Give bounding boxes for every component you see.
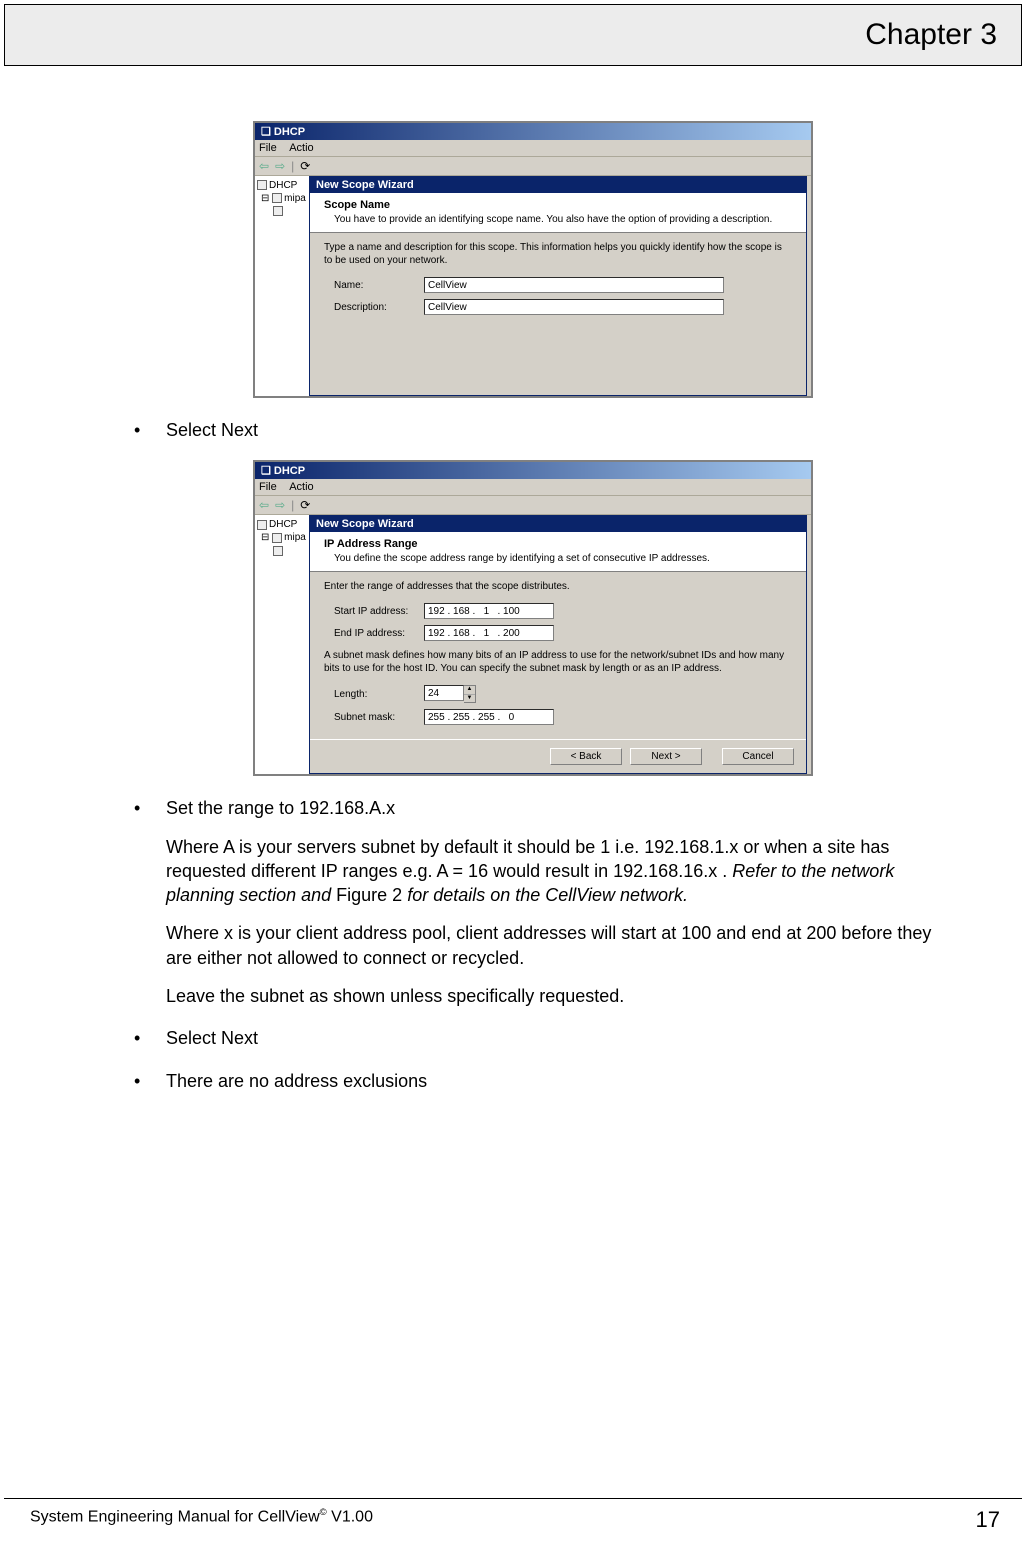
spin-down-icon[interactable]: ▼ [464, 695, 475, 703]
description-label: Description: [334, 302, 424, 313]
wizard-header: Scope Name You have to provide an identi… [310, 193, 806, 233]
toolbar-sep: | [291, 498, 294, 512]
range-instruction: Enter the range of addresses that the sc… [324, 580, 792, 593]
subnet-mask-input[interactable] [424, 709, 554, 725]
end-ip-input[interactable] [424, 625, 554, 641]
forward-icon[interactable]: ⇨ [275, 498, 285, 512]
menu-bar[interactable]: File Actio [255, 140, 811, 157]
server-icon [272, 533, 282, 543]
screenshot-1-wrap: ❏ DHCP File Actio ⇦ ⇨ | ⟳ DHCP ⊟ mipa [130, 121, 936, 398]
wizard-dialog-2: New Scope Wizard IP Address Range You de… [309, 515, 807, 774]
back-icon[interactable]: ⇦ [259, 498, 269, 512]
back-icon[interactable]: ⇦ [259, 159, 269, 173]
length-input[interactable] [424, 685, 464, 701]
menu-file-2[interactable]: File [259, 481, 277, 493]
chapter-label: Chapter 3 [865, 18, 997, 52]
para-client-pool: Where x is your client address pool, cli… [166, 921, 936, 970]
tree-root[interactable]: DHCP [269, 180, 297, 191]
footer-title-a: System Engineering Manual for CellView [30, 1508, 320, 1525]
dhcp-node-icon [257, 180, 267, 190]
tree-pane[interactable]: DHCP ⊟ mipa [255, 176, 310, 396]
scope-name-sub: You have to provide an identifying scope… [334, 213, 796, 226]
window-title-text-2: DHCP [274, 465, 305, 477]
start-ip-input[interactable] [424, 603, 554, 619]
footer-doc-title: System Engineering Manual for CellView© … [30, 1507, 373, 1533]
para-1c: Figure 2 [336, 885, 402, 905]
bullet-set-range: Set the range to 192.168.A.x Where A is … [130, 796, 936, 1008]
page-header: Chapter 3 [4, 4, 1022, 66]
tree-node-2[interactable]: mipa [284, 532, 306, 543]
tree-node[interactable]: mipa [284, 193, 306, 204]
para-leave-subnet: Leave the subnet as shown unless specifi… [166, 984, 936, 1008]
footer-title-b: V1.00 [327, 1508, 373, 1525]
dhcp-icon: ❏ [261, 465, 274, 477]
menu-action-2[interactable]: Actio [289, 481, 313, 493]
server-icon [272, 193, 282, 203]
para-1d: for details on the CellView network. [402, 885, 688, 905]
menu-action[interactable]: Actio [289, 142, 313, 154]
description-input[interactable] [424, 299, 724, 315]
window-title-text: DHCP [274, 126, 305, 138]
wizard-header-2: IP Address Range You define the scope ad… [310, 532, 806, 572]
bullet-list-top: Select Next [130, 418, 936, 442]
wizard-dialog-1: New Scope Wizard Scope Name You have to … [309, 176, 807, 396]
name-input[interactable] [424, 277, 724, 293]
subnet-mask-label: Subnet mask: [334, 712, 424, 723]
dhcp-node-icon [257, 520, 267, 530]
name-label: Name: [334, 280, 424, 291]
subnet-instruction: A subnet mask defines how many bits of a… [324, 649, 792, 675]
dhcp-window-2: ❏ DHCP File Actio ⇦ ⇨ | ⟳ DHCP ⊟ mipa [253, 460, 813, 776]
refresh-icon[interactable]: ⟳ [300, 159, 310, 173]
next-button[interactable]: Next > [630, 748, 702, 765]
menu-file[interactable]: File [259, 142, 277, 154]
cancel-button[interactable]: Cancel [722, 748, 794, 765]
length-spinner[interactable]: ▲▼ [464, 685, 476, 703]
toolbar-2[interactable]: ⇦ ⇨ | ⟳ [255, 496, 811, 515]
end-ip-label: End IP address: [334, 628, 424, 639]
page-number: 17 [976, 1507, 1000, 1533]
bullet-select-next-2: Select Next [130, 1026, 936, 1050]
back-button[interactable]: < Back [550, 748, 622, 765]
bullet-set-range-text: Set the range to 192.168.A.x [166, 798, 395, 818]
length-label: Length: [334, 689, 424, 700]
bullet-select-next-1: Select Next [130, 418, 936, 442]
ip-range-sub: You define the scope address range by id… [334, 552, 796, 565]
bullet-no-exclusions: There are no address exclusions [130, 1069, 936, 1093]
toolbar[interactable]: ⇦ ⇨ | ⟳ [255, 157, 811, 176]
wizard-button-bar: < Back Next > Cancel [310, 739, 806, 773]
spin-up-icon[interactable]: ▲ [464, 686, 475, 695]
window-title-2: ❏ DHCP [255, 462, 811, 479]
menu-bar-2[interactable]: File Actio [255, 479, 811, 496]
dhcp-icon: ❏ [261, 126, 274, 138]
folder-icon [273, 546, 283, 556]
scope-instruction: Type a name and description for this sco… [324, 241, 792, 267]
tree-root-2[interactable]: DHCP [269, 519, 297, 530]
screenshot-2-wrap: ❏ DHCP File Actio ⇦ ⇨ | ⟳ DHCP ⊟ mipa [130, 460, 936, 776]
folder-icon [273, 206, 283, 216]
window-title: ❏ DHCP [255, 123, 811, 140]
forward-icon[interactable]: ⇨ [275, 159, 285, 173]
page-footer: System Engineering Manual for CellView© … [4, 1498, 1022, 1533]
ip-range-heading: IP Address Range [324, 538, 796, 550]
wizard-body: Type a name and description for this sco… [310, 233, 806, 329]
toolbar-sep: | [291, 159, 294, 173]
bullet-list-bottom: Set the range to 192.168.A.x Where A is … [130, 796, 936, 1093]
tree-pane-2[interactable]: DHCP ⊟ mipa [255, 515, 310, 774]
dhcp-window-1: ❏ DHCP File Actio ⇦ ⇨ | ⟳ DHCP ⊟ mipa [253, 121, 813, 398]
wizard-title-2: New Scope Wizard [310, 516, 806, 532]
para-subnet-explain: Where A is your servers subnet by defaul… [166, 835, 936, 908]
copyright-icon: © [320, 1507, 327, 1518]
scope-name-heading: Scope Name [324, 199, 796, 211]
refresh-icon[interactable]: ⟳ [300, 498, 310, 512]
wizard-title: New Scope Wizard [310, 177, 806, 193]
wizard-body-2: Enter the range of addresses that the sc… [310, 572, 806, 739]
page-content: ❏ DHCP File Actio ⇦ ⇨ | ⟳ DHCP ⊟ mipa [0, 66, 1026, 1093]
start-ip-label: Start IP address: [334, 606, 424, 617]
